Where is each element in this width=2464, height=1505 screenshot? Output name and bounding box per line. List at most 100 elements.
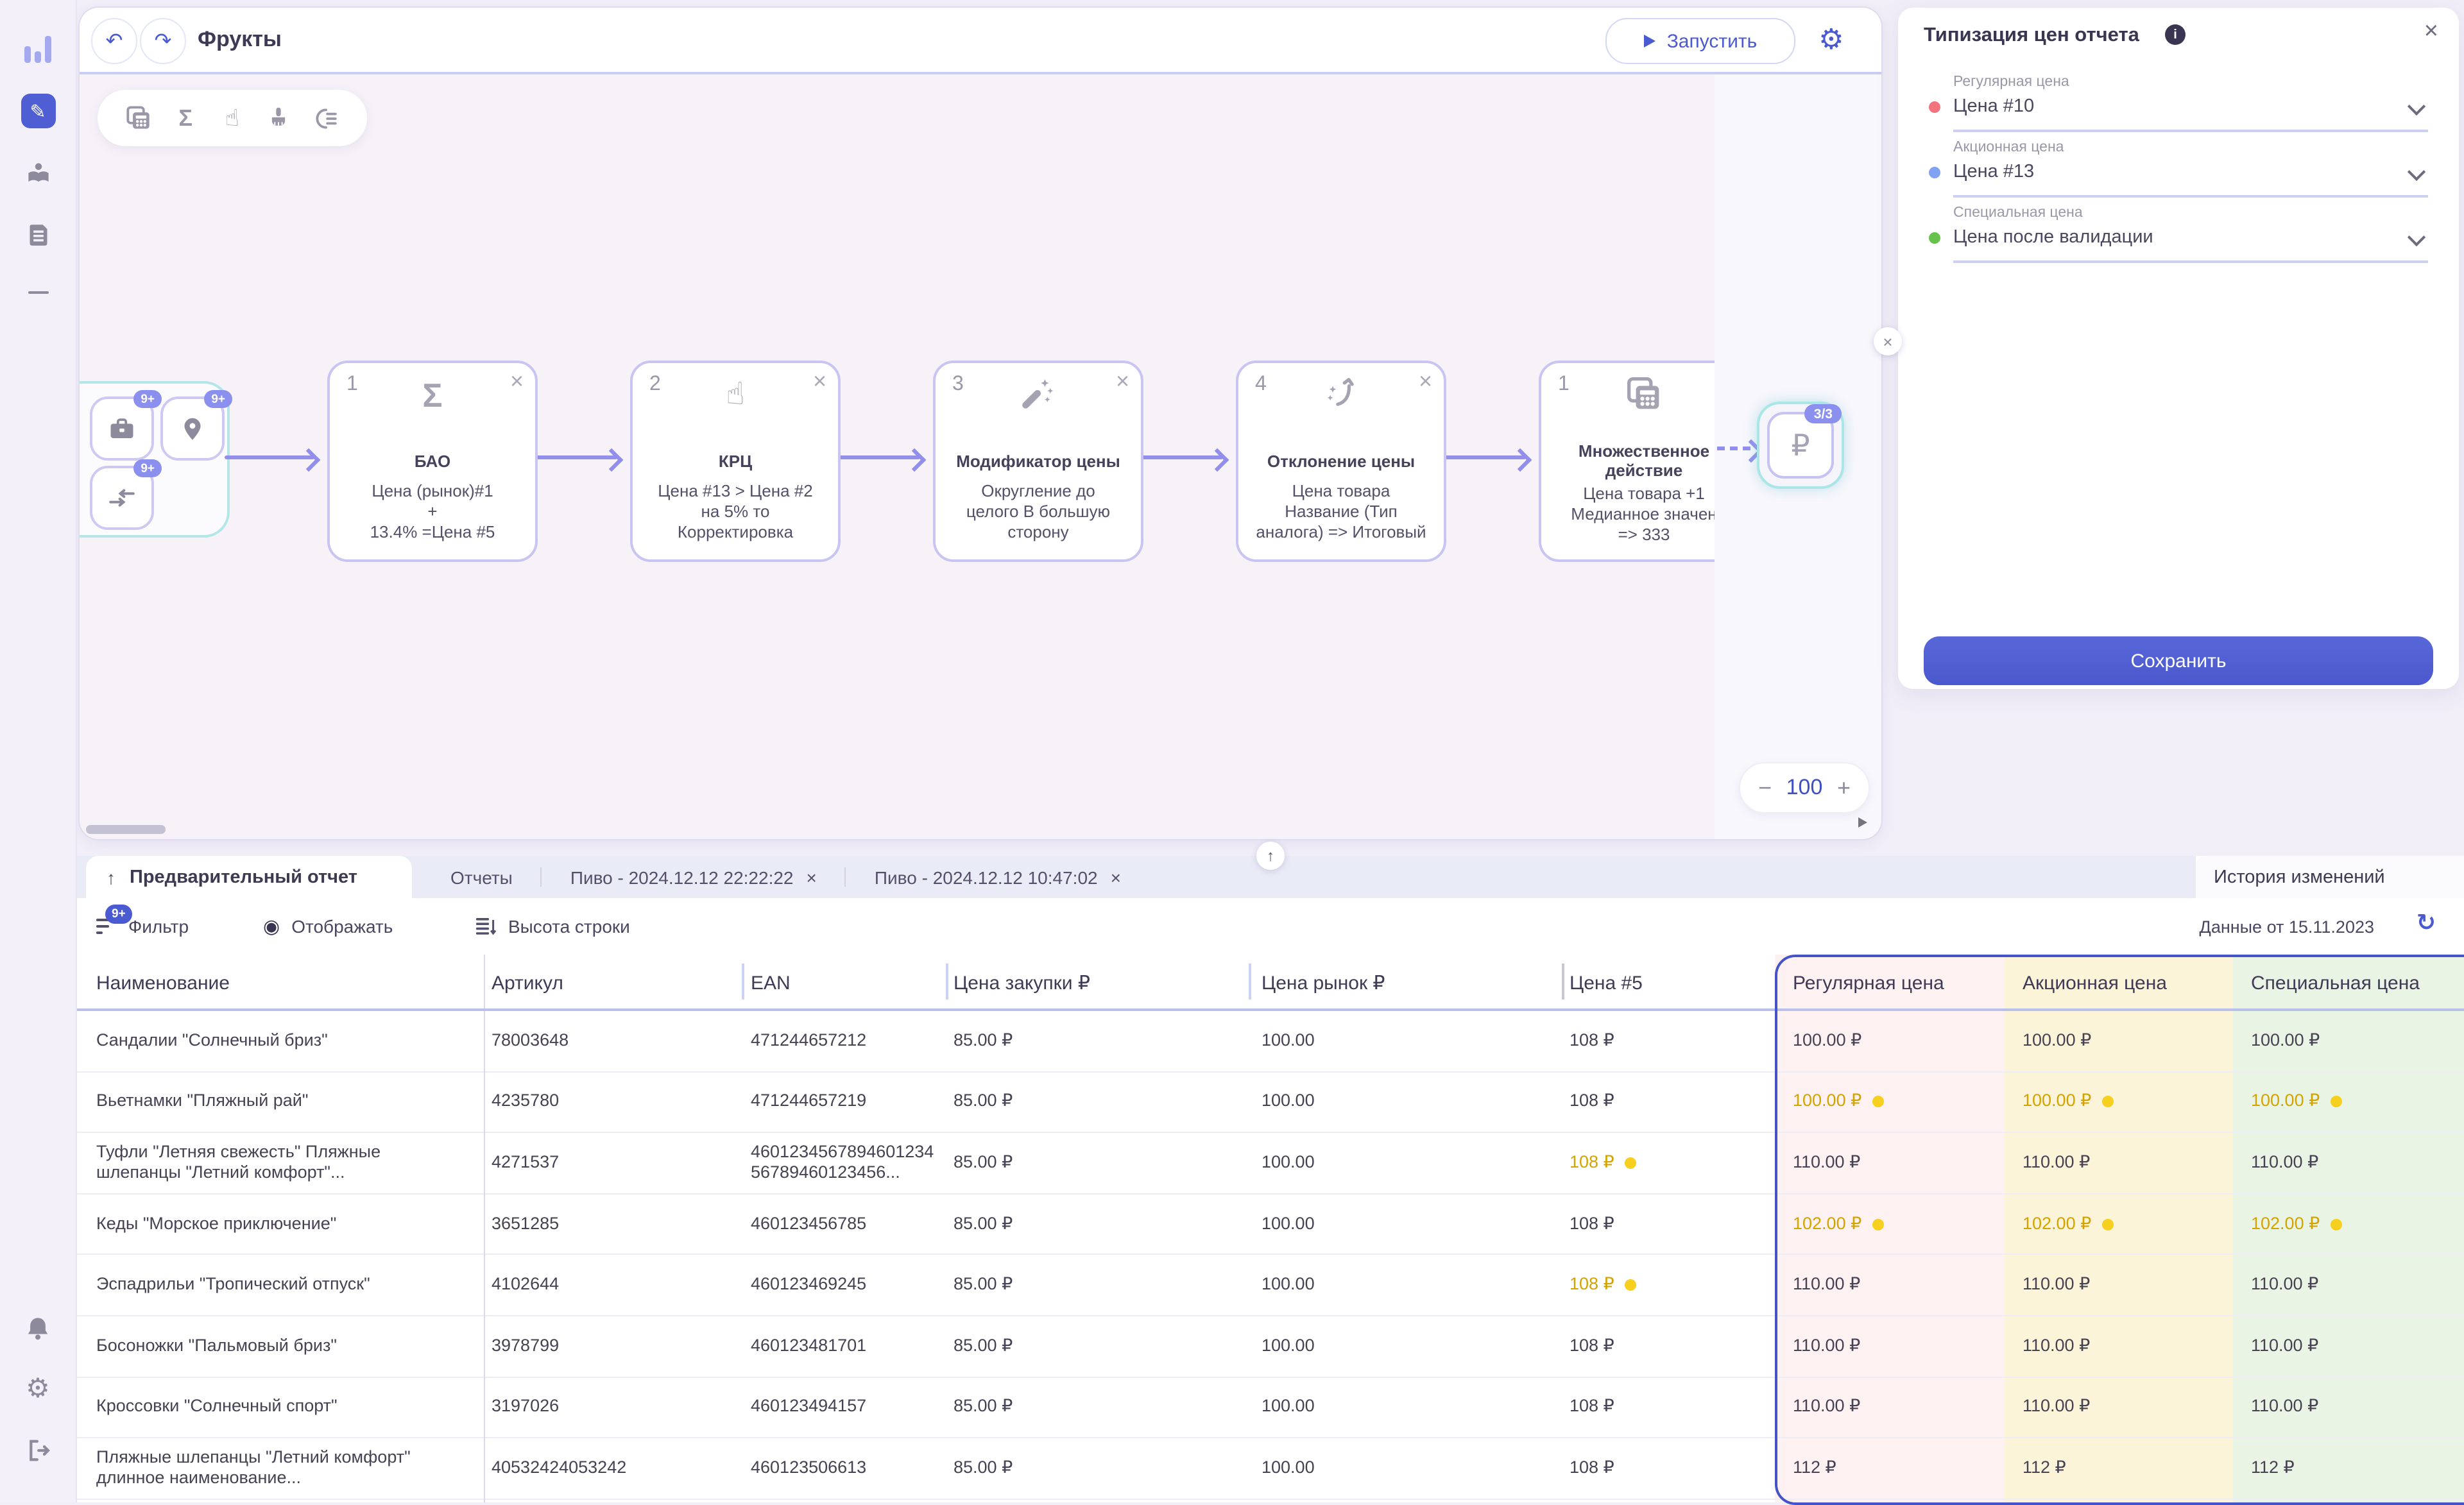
cell-ean: 471244657212 — [751, 1011, 941, 1071]
close-icon[interactable]: × — [2424, 18, 2438, 46]
logout-icon[interactable] — [21, 1433, 55, 1467]
column-header[interactable]: Цена закупки ₽ — [954, 955, 1090, 1011]
cell-price-5: 108 ₽ — [1570, 1377, 1762, 1437]
column-header[interactable]: Цена #5 — [1570, 955, 1643, 1011]
special-price-select[interactable]: Специальная цена Цена после валидации — [1929, 205, 2428, 263]
horizontal-scrollbar-thumb[interactable] — [86, 825, 166, 834]
tap-hand-icon[interactable]: ☝ — [218, 104, 246, 132]
column-resize-handle[interactable] — [946, 964, 948, 999]
sequence-icon[interactable] — [312, 104, 340, 132]
column-header[interactable]: Акционная цена — [2023, 955, 2167, 1011]
location-pin-node[interactable]: 9+ — [160, 396, 225, 461]
source-group[interactable]: 9+ 9+ 9+ — [80, 381, 230, 538]
column-header[interactable]: Регулярная цена — [1793, 955, 1944, 1011]
column-header[interactable]: Наименование — [96, 955, 230, 1011]
converge-arrows-node[interactable]: 9+ — [90, 466, 154, 530]
special-price-dot — [1929, 232, 1940, 244]
result-node[interactable]: ₽ 3/3 — [1757, 402, 1844, 489]
panel-title: Типизация цен отчета — [1924, 24, 2139, 47]
cell-market-price: 100.00 — [1262, 1316, 1454, 1376]
close-icon[interactable]: × — [807, 867, 817, 887]
canvas-settings-gear-icon[interactable]: ⚙ — [1818, 23, 1844, 56]
briefcase-node[interactable]: 9+ — [90, 396, 154, 461]
column-header[interactable]: Артикул — [492, 955, 563, 1011]
analytics-icon[interactable] — [21, 32, 55, 65]
chevron-down-icon — [2408, 163, 2426, 181]
cell-purchase-price: 85.00 ₽ — [954, 1011, 1146, 1071]
redo-button[interactable]: ↷ — [140, 18, 186, 64]
table-row[interactable]: Эспадрильи "Тропический отпуск" 4102644 … — [76, 1255, 2464, 1316]
cell-article: 3197026 — [492, 1377, 735, 1437]
refresh-icon[interactable]: ↻ — [2417, 910, 2436, 937]
close-icon[interactable]: × — [1111, 867, 1121, 887]
cell-ean: 460123456789460123456789460123456... — [751, 1133, 941, 1193]
promo-price-dot — [1929, 167, 1940, 178]
catalog-icon[interactable] — [21, 157, 55, 190]
scroll-right-arrow-icon[interactable] — [1858, 817, 1867, 828]
pipeline-canvas-card: ↶ ↷ Фрукты Запустить ⚙ Σ ☝ — [78, 6, 1883, 840]
sum-icon[interactable]: Σ — [171, 104, 200, 132]
undo-button[interactable]: ↶ — [91, 18, 137, 64]
info-icon[interactable]: i — [2165, 24, 2186, 45]
regular-price-select[interactable]: Регулярная цена Цена #10 — [1929, 74, 2428, 132]
table-row[interactable]: Пляжные шлепанцы "Летний комфорт" длинно… — [76, 1438, 2464, 1499]
promo-price-select[interactable]: Акционная цена Цена #13 — [1929, 140, 2428, 198]
tab-beer-1[interactable]: Пиво - 2024.12.12 22:22:22× — [542, 867, 845, 887]
cell-ean: 460123456785 — [751, 1195, 941, 1254]
sum-icon: Σ — [330, 376, 535, 412]
magic-wand-icon — [936, 376, 1141, 412]
panel-collapse-button[interactable]: × — [1874, 327, 1902, 355]
tab-beer-2[interactable]: Пиво - 2024.12.12 10:47:02× — [846, 867, 1149, 887]
flow-node-bao[interactable]: 1 × Σ БАО Цена (рынок)#1+13.4% =Цена #5 — [327, 361, 538, 562]
table-row[interactable]: Кроссовки "Солнечный спорт" 3197026 4601… — [76, 1377, 2464, 1438]
save-button[interactable]: Сохранить — [1924, 636, 2433, 685]
tab-preliminary-report[interactable]: ↑ Предварительный отчет — [86, 856, 412, 898]
cell-price-5: 108 ₽ — [1570, 1011, 1762, 1071]
column-header[interactable]: Специальная цена — [2251, 955, 2420, 1011]
flow-node-krc[interactable]: 2 × ☝ КРЦ Цена #13 > Цена #2на 5% тоКорр… — [630, 361, 841, 562]
play-icon — [1644, 35, 1656, 47]
expand-panel-button[interactable]: ↑ — [1256, 842, 1285, 870]
flow-area[interactable]: Σ ☝ 9+ 9+ 9+ 9+ — [80, 74, 1715, 839]
column-header[interactable]: EAN — [751, 955, 791, 1011]
flow-node-modifier[interactable]: 3 × Модификатор цены Округление доцелого… — [933, 361, 1143, 562]
zoom-out-button[interactable]: − — [1758, 774, 1772, 801]
cell-market-price: 100.00 — [1262, 1255, 1454, 1315]
run-button[interactable]: Запустить — [1605, 18, 1795, 64]
cell-market-price: 100.00 — [1262, 1133, 1454, 1193]
cell-article: 40532424053242 — [492, 1438, 735, 1498]
cell-ean: 460123494157 — [751, 1377, 941, 1437]
filter-button[interactable]: 9+ Фильтр — [96, 898, 189, 955]
cell-regular-price: 100.00 ₽ — [1793, 1072, 2008, 1132]
column-resize-handle[interactable] — [742, 964, 744, 999]
node-body: Цена #13 > Цена #2на 5% тоКорректировка — [638, 481, 833, 542]
notifications-icon[interactable] — [21, 1311, 55, 1345]
brush-icon[interactable] — [265, 104, 293, 132]
cell-name: Босоножки "Пальмовый бриз" — [96, 1316, 466, 1376]
documents-icon[interactable] — [21, 218, 55, 251]
zoom-in-button[interactable]: + — [1837, 774, 1851, 801]
cell-special-price: 110.00 ₽ — [2251, 1133, 2456, 1193]
editor-icon[interactable]: ✎ — [21, 94, 55, 128]
cell-special-price: 110.00 ₽ — [2251, 1316, 2456, 1376]
node-title: Множественное действие — [1549, 443, 1715, 481]
table-row[interactable]: Туфли "Летняя свежесть" Пляжные шлепанцы… — [76, 1133, 2464, 1194]
row-height-button[interactable]: Высота строки — [476, 898, 630, 955]
table-row[interactable]: Сандалии "Солнечный бриз" 78003648 47124… — [76, 1011, 2464, 1072]
table-row[interactable]: Босоножки "Пальмовый бриз" 3978799 46012… — [76, 1316, 2464, 1377]
tab-reports[interactable]: Отчеты — [422, 867, 541, 887]
table-row[interactable]: Вьетнамки "Пляжный рай" 4235780 47124465… — [76, 1072, 2464, 1133]
flow-node-deviation[interactable]: 4 × Отклонение цены Цена товараНазвание … — [1236, 361, 1446, 562]
column-resize-handle[interactable] — [1249, 964, 1251, 999]
cell-name: Туфли "Летняя свежесть" Пляжные шлепанцы… — [96, 1133, 466, 1193]
column-header[interactable]: Цена рынок ₽ — [1262, 955, 1385, 1011]
column-resize-handle[interactable] — [1562, 964, 1564, 999]
flow-node-multi-action[interactable]: 1 × Множественное действие Цена товара +… — [1539, 361, 1715, 562]
table-row[interactable]: Кеды "Морское приключение" 3651285 46012… — [76, 1195, 2464, 1255]
settings-icon[interactable]: ⚙ — [21, 1372, 55, 1405]
cell-article: 78003648 — [492, 1011, 735, 1071]
warning-dot — [2330, 1096, 2341, 1108]
calculator-copy-icon[interactable] — [124, 104, 153, 132]
display-button[interactable]: ◉ Отображать — [263, 898, 393, 955]
history-button[interactable]: История изменений — [2196, 856, 2464, 898]
